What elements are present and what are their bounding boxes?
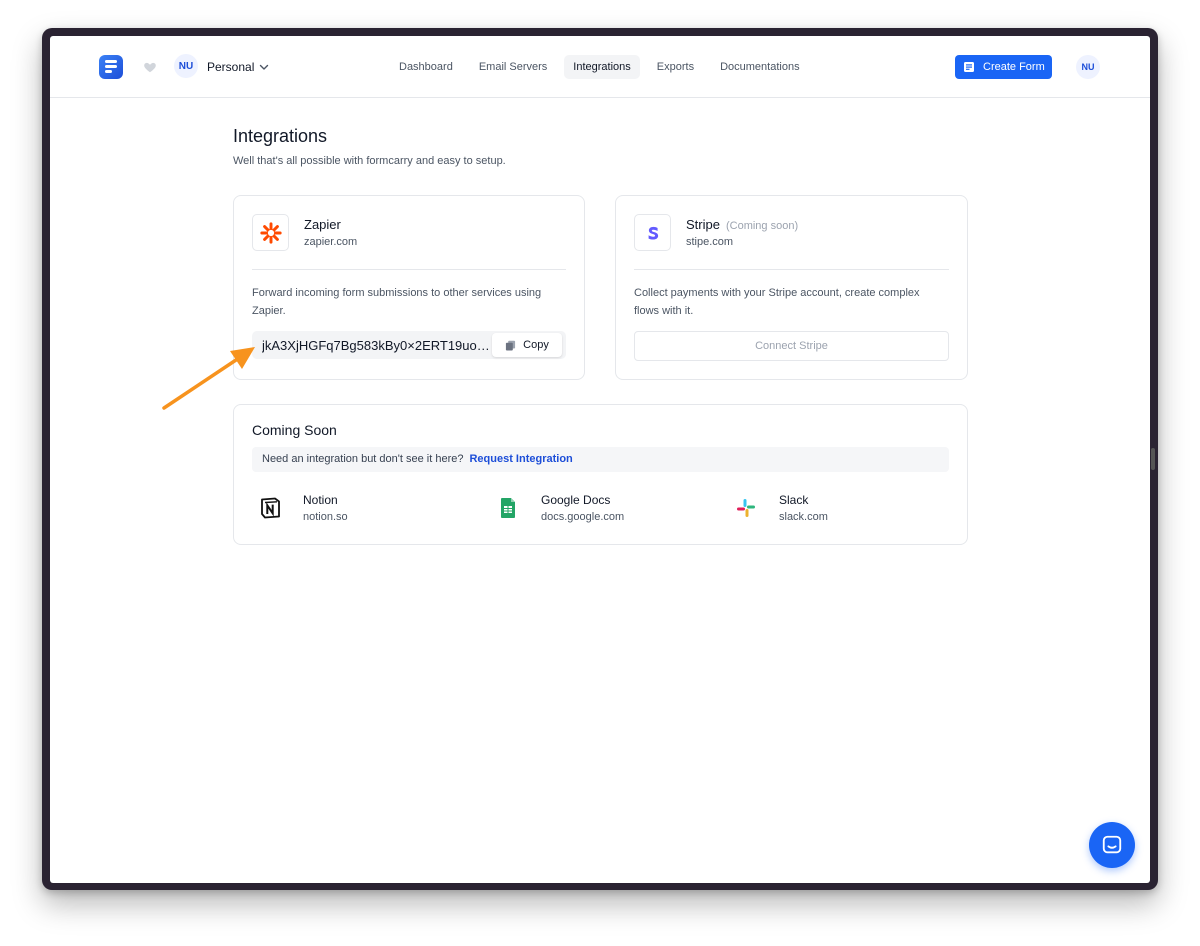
nav-documentations[interactable]: Documentations xyxy=(711,55,809,79)
zapier-icon xyxy=(259,221,282,244)
form-icon xyxy=(964,62,974,72)
coming-soon-card: Coming Soon Need an integration but don'… xyxy=(233,404,968,545)
stripe-logo xyxy=(634,214,671,251)
google-docs-url: docs.google.com xyxy=(541,511,625,523)
chat-launcher-button[interactable] xyxy=(1089,822,1135,868)
page-title: Integrations xyxy=(233,126,328,146)
notion-name: Notion xyxy=(303,493,338,507)
formcarry-logo[interactable] xyxy=(99,55,123,79)
create-form-button[interactable]: Create Form xyxy=(955,55,1052,79)
google-docs-icon xyxy=(501,498,515,518)
slack-name: Slack xyxy=(779,493,809,507)
copy-button[interactable]: Copy xyxy=(492,333,562,357)
user-avatar[interactable]: NU xyxy=(1076,55,1100,79)
zapier-description: Forward incoming form submissions to oth… xyxy=(252,287,542,317)
stripe-icon xyxy=(648,226,658,240)
integration-slack: Slack slack.com xyxy=(728,491,948,531)
coming-soon-tag: (Coming soon) xyxy=(725,220,799,232)
zapier-name: Zapier xyxy=(304,217,341,232)
notion-url: notion.so xyxy=(303,511,348,523)
card-divider xyxy=(252,269,566,270)
workspace-name[interactable]: Personal xyxy=(207,60,254,74)
zapier-card: Zapier zapier.com Forward incoming form … xyxy=(233,195,585,380)
stripe-url: stipe.com xyxy=(686,236,734,248)
app-screen: NU Personal Dashboard Email Servers Inte… xyxy=(50,36,1150,883)
zapier-url: zapier.com xyxy=(304,236,358,248)
card-divider xyxy=(634,269,949,270)
connect-stripe-button[interactable]: Connect Stripe xyxy=(634,331,949,361)
workspace-avatar[interactable]: NU xyxy=(174,54,198,78)
integration-google-docs: Google Docs docs.google.com xyxy=(490,491,710,531)
slack-icon xyxy=(737,499,755,517)
stripe-description: Collect payments with your Stripe accoun… xyxy=(634,287,920,317)
page-subtitle: Well that's all possible with formcarry … xyxy=(233,155,506,167)
nav-exports[interactable]: Exports xyxy=(648,55,703,79)
chat-icon xyxy=(1102,835,1122,854)
request-integration-banner: Need an integration but don't see it her… xyxy=(252,447,949,472)
google-docs-name: Google Docs xyxy=(541,493,611,507)
top-navbar: NU Personal Dashboard Email Servers Inte… xyxy=(50,36,1150,98)
zapier-api-key-field[interactable]: jkA3XjHGFq7Bg583kBy0×2ERT19uor... Copy xyxy=(252,331,566,359)
copy-label: Copy xyxy=(523,339,549,351)
banner-text: Need an integration but don't see it her… xyxy=(262,453,464,465)
main-nav: Dashboard Email Servers Integrations Exp… xyxy=(390,55,809,79)
integration-notion: Notion notion.so xyxy=(252,491,472,531)
notion-icon xyxy=(261,497,280,519)
nav-dashboard[interactable]: Dashboard xyxy=(390,55,462,79)
zapier-logo xyxy=(252,214,289,251)
coming-soon-title: Coming Soon xyxy=(252,422,337,438)
chevron-down-icon[interactable] xyxy=(258,61,270,73)
annotation-arrow-icon xyxy=(162,347,255,410)
request-integration-link[interactable]: Request Integration xyxy=(469,453,572,465)
copy-icon xyxy=(506,340,516,351)
stripe-name: Stripe xyxy=(686,217,720,232)
nav-email-servers[interactable]: Email Servers xyxy=(470,55,556,79)
nav-integrations[interactable]: Integrations xyxy=(564,55,640,79)
create-form-label: Create Form xyxy=(983,61,1045,73)
heart-icon[interactable] xyxy=(143,60,157,74)
stripe-name-row: Stripe (Coming soon) xyxy=(686,217,798,232)
stripe-card: Stripe (Coming soon) stipe.com Collect pa… xyxy=(615,195,968,380)
device-side-button xyxy=(1151,448,1155,470)
slack-url: slack.com xyxy=(779,511,828,523)
api-key-value[interactable]: jkA3XjHGFq7Bg583kBy0×2ERT19uor... xyxy=(262,338,490,353)
